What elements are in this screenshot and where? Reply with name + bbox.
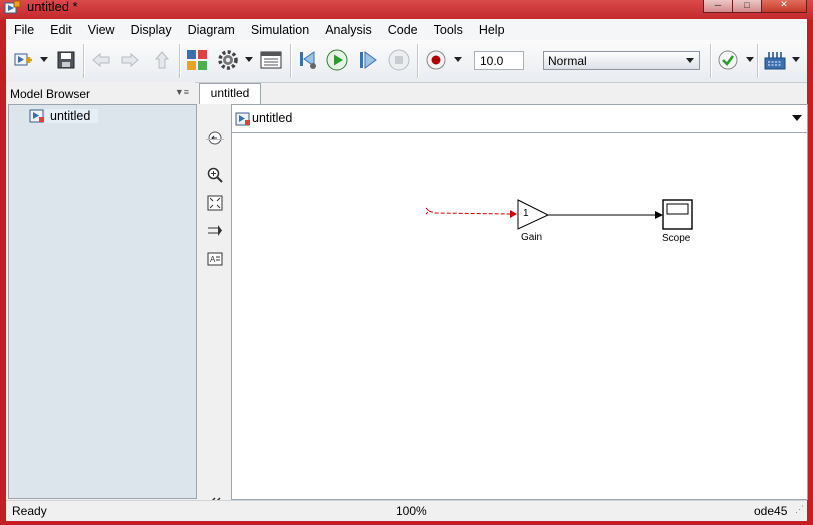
title-bar: untitled * ─ □ ✕ (0, 0, 813, 20)
signal-arrowhead (655, 211, 663, 219)
simulink-model-icon (4, 0, 21, 14)
minimize-button[interactable]: ─ (703, 0, 733, 13)
check-icon (718, 50, 738, 70)
toolbar: 10.0 Normal (6, 40, 807, 83)
app-frame: File Edit View Display Diagram Simulatio… (6, 19, 808, 521)
address-bar[interactable]: untitled (232, 105, 807, 133)
menu-view[interactable]: View (80, 23, 123, 37)
run-button[interactable] (326, 49, 348, 71)
tree-item-untitled[interactable]: untitled (29, 108, 99, 124)
menu-help[interactable]: Help (471, 23, 513, 37)
model-advisor-dropdown-icon[interactable] (746, 57, 754, 62)
model-config-button[interactable] (217, 49, 239, 71)
library-browser-icon (187, 50, 207, 70)
diagram-svg (425, 199, 693, 230)
menu-code[interactable]: Code (380, 23, 426, 37)
close-window-button[interactable]: ✕ (761, 0, 807, 13)
address-path: untitled (252, 111, 293, 125)
up-icon (154, 51, 170, 69)
fit-to-view-button[interactable] (207, 195, 223, 211)
gain-label[interactable]: Gain (521, 232, 542, 243)
model-canvas: untitled 1 Gain Scope (231, 104, 808, 500)
stop-icon (388, 49, 410, 71)
menu-analysis[interactable]: Analysis (317, 23, 380, 37)
chevron-down-icon (686, 58, 694, 63)
menu-display[interactable]: Display (123, 23, 180, 37)
tree-item-label: untitled (45, 109, 99, 123)
status-solver[interactable]: ode45 (754, 504, 787, 518)
hide-browser-button[interactable] (207, 130, 223, 146)
fit-to-view-icon (207, 195, 223, 211)
simulink-model-icon (29, 109, 44, 123)
block-diagram[interactable]: 1 Gain Scope (232, 133, 807, 499)
record-dropdown-icon[interactable] (454, 57, 462, 62)
simulink-model-icon (235, 112, 250, 126)
chevron-down-icon[interactable] (792, 115, 802, 121)
step-forward-icon (360, 51, 377, 69)
status-zoom: 100% (396, 504, 427, 518)
menu-bar: File Edit View Display Diagram Simulatio… (6, 19, 807, 40)
menu-tools[interactable]: Tools (426, 23, 471, 37)
svg-text:A: A (210, 255, 216, 264)
simulation-mode-value: Normal (548, 54, 587, 68)
unconnected-signal-line[interactable] (425, 207, 511, 215)
annotation-button[interactable]: A (207, 251, 223, 267)
stop-button[interactable] (388, 49, 410, 71)
maximize-button[interactable]: □ (732, 0, 762, 13)
library-browser-button[interactable] (186, 49, 208, 71)
zoom-in-icon (207, 167, 223, 183)
save-button[interactable] (55, 49, 77, 71)
run-icon (326, 49, 348, 71)
scope-screen-icon (666, 203, 689, 215)
arrange-signals-button[interactable] (207, 223, 223, 239)
status-bar: Ready 100% ode45 ⋰ (6, 500, 807, 521)
panel-menu-icon[interactable]: ▼≡ (175, 87, 189, 97)
status-ready: Ready (12, 504, 47, 518)
model-explorer-icon (260, 51, 282, 69)
zoom-button[interactable] (207, 167, 223, 183)
menu-file[interactable]: File (6, 23, 42, 37)
back-button[interactable] (90, 49, 112, 71)
back-icon (92, 52, 110, 68)
model-browser-title: Model Browser (10, 87, 91, 101)
forward-button[interactable] (119, 49, 141, 71)
model-explorer-button[interactable] (260, 49, 282, 71)
build-dropdown-icon[interactable] (792, 57, 800, 62)
up-button[interactable] (151, 49, 173, 71)
menu-edit[interactable]: Edit (42, 23, 80, 37)
editor-tabs: untitled (198, 82, 807, 104)
simulation-mode-select[interactable]: Normal (543, 51, 700, 70)
window-title: untitled * (27, 0, 78, 14)
model-browser-header: Model Browser ▼≡ (6, 82, 195, 103)
model-browser-tree: untitled (8, 104, 197, 499)
step-back-button[interactable] (297, 49, 319, 71)
resize-grip-icon[interactable]: ⋰ (795, 504, 804, 519)
gain-value: 1 (523, 208, 529, 219)
build-icon (764, 52, 786, 70)
tab-untitled[interactable]: untitled (199, 83, 261, 104)
record-icon (426, 50, 446, 70)
new-model-icon (14, 53, 32, 66)
menu-simulation[interactable]: Simulation (243, 23, 317, 37)
annotation-icon: A (207, 252, 223, 266)
model-config-dropdown-icon[interactable] (245, 57, 253, 62)
model-advisor-button[interactable] (717, 49, 739, 71)
step-back-icon (300, 51, 316, 69)
signal-arrowhead (510, 210, 517, 218)
save-icon (57, 51, 75, 69)
record-button[interactable] (425, 49, 447, 71)
new-model-button[interactable] (12, 49, 34, 71)
palette: A (198, 104, 231, 509)
signal-arrow-icon (208, 225, 222, 236)
step-forward-button[interactable] (357, 49, 379, 71)
menu-diagram[interactable]: Diagram (180, 23, 243, 37)
stop-time-input[interactable]: 10.0 (474, 51, 524, 70)
build-button[interactable] (764, 49, 786, 71)
arrow-left-circle-icon (208, 131, 222, 145)
gear-icon (218, 50, 238, 70)
forward-icon (121, 52, 139, 68)
new-model-dropdown-icon[interactable] (40, 57, 48, 62)
scope-label[interactable]: Scope (662, 233, 690, 244)
